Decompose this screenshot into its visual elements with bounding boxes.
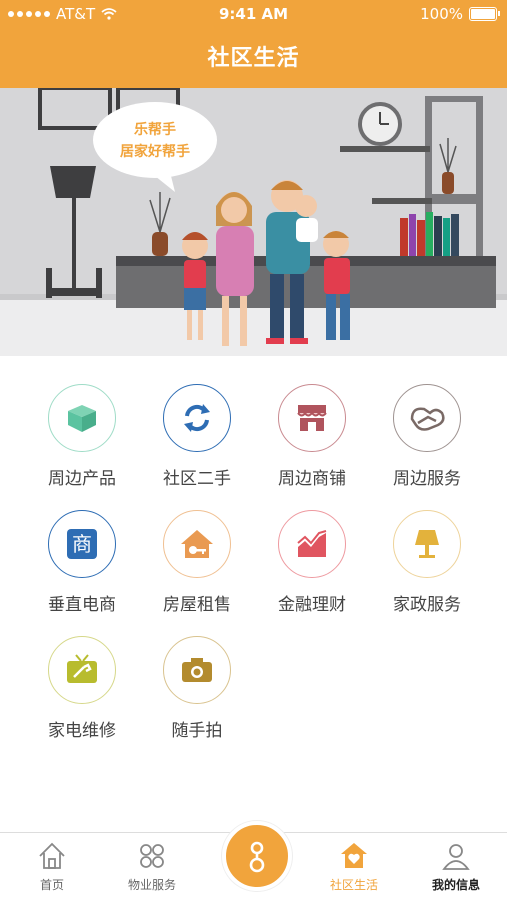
service-label: 周边产品 (48, 469, 116, 489)
service-label: 家电维修 (48, 721, 116, 741)
service-item-vertical-ecommerce[interactable]: 商 垂直电商 (27, 510, 137, 615)
status-bar: AT&T 9:41 AM 100% (0, 0, 507, 28)
user-icon (442, 844, 470, 870)
service-label: 周边服务 (393, 469, 461, 489)
tab-property-service[interactable]: 物业服务 (112, 841, 192, 893)
center-key-button[interactable] (222, 821, 292, 891)
service-item-nearby-services[interactable]: 周边服务 (372, 384, 482, 489)
refresh-icon (163, 384, 231, 452)
service-item-housekeeping[interactable]: 家政服务 (372, 510, 482, 615)
tab-my-info[interactable]: 我的信息 (416, 841, 496, 893)
battery-percent: 100% (420, 5, 463, 23)
service-label: 金融理财 (278, 595, 346, 615)
status-right: 100% (420, 5, 500, 23)
chart-icon (278, 510, 346, 578)
box-icon (48, 384, 116, 452)
house-key-icon (163, 510, 231, 578)
banner-illustration[interactable]: 乐帮手 居家好帮手 (0, 86, 507, 356)
shang-icon: 商 (48, 510, 116, 578)
service-label: 垂直电商 (48, 595, 116, 615)
tab-bar: 首页 物业服务 社区生活 我的信息 (0, 821, 507, 901)
tab-label: 社区生活 (329, 878, 378, 892)
service-label: 房屋租售 (163, 595, 231, 615)
handshake-icon (393, 384, 461, 452)
home-icon (39, 842, 65, 869)
top-bar: AT&T 9:41 AM 100% 社区生活 (0, 0, 507, 88)
service-item-nearby-shops[interactable]: 周边商铺 (257, 384, 367, 489)
tab-community-life[interactable]: 社区生活 (314, 841, 394, 893)
service-label: 周边商铺 (278, 469, 346, 489)
service-item-house-rental[interactable]: 房屋租售 (142, 510, 252, 615)
service-item-appliance-repair[interactable]: 家电维修 (27, 636, 137, 741)
service-item-snapshot[interactable]: 随手拍 (142, 636, 252, 741)
battery-icon (469, 7, 500, 21)
tv-repair-icon (48, 636, 116, 704)
tab-label: 我的信息 (431, 878, 480, 892)
service-item-secondhand[interactable]: 社区二手 (142, 384, 252, 489)
tab-label: 物业服务 (127, 878, 176, 892)
home-heart-icon (341, 843, 367, 868)
camera-icon (163, 636, 231, 704)
lamp-icon (393, 510, 461, 578)
service-item-nearby-products[interactable]: 周边产品 (27, 384, 137, 489)
shop-icon (278, 384, 346, 452)
tab-home[interactable]: 首页 (12, 841, 92, 893)
page-title: 社区生活 (207, 46, 300, 71)
key-icon (249, 841, 265, 873)
service-label: 社区二手 (163, 469, 231, 489)
bubble-line2: 居家好帮手 (120, 143, 190, 160)
service-label: 随手拍 (171, 721, 223, 741)
service-item-finance[interactable]: 金融理财 (257, 510, 367, 615)
bubble-line1: 乐帮手 (134, 121, 176, 138)
service-label: 家政服务 (393, 595, 461, 615)
tab-label: 首页 (39, 878, 64, 892)
clover-icon (140, 844, 164, 868)
